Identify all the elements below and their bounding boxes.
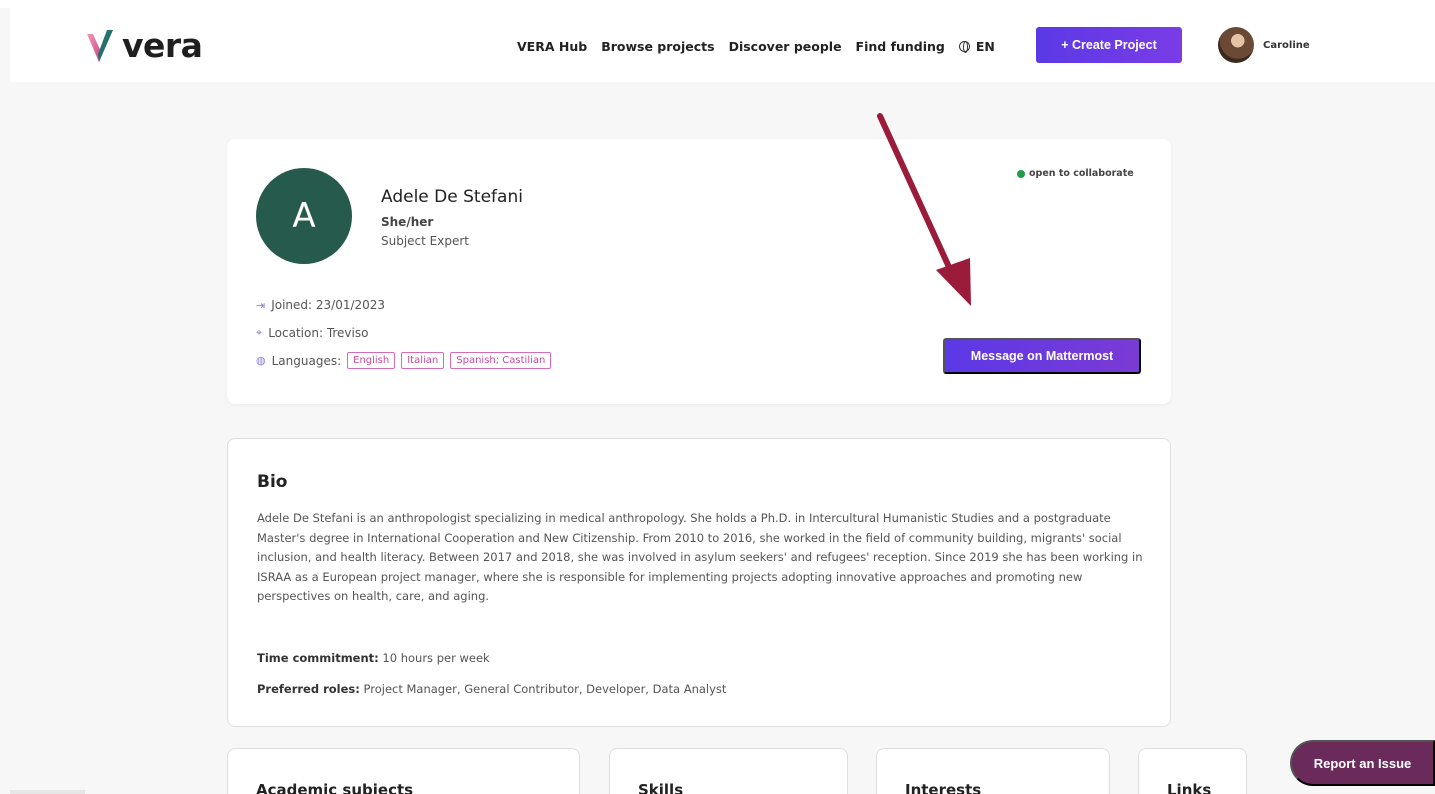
nav-discover-people[interactable]: Discover people xyxy=(729,39,842,54)
interests-card: Interests xyxy=(876,748,1110,794)
language-tag: Italian xyxy=(401,352,445,369)
navbar: vera VERA Hub Browse projects Discover p… xyxy=(10,8,1435,82)
links-card: Links xyxy=(1138,748,1247,794)
skills-card: Skills xyxy=(609,748,848,794)
globe-icon: ◍ xyxy=(256,354,266,367)
language-tag: English xyxy=(347,352,396,369)
scroll-indicator xyxy=(10,790,85,794)
collaboration-status: open to collaborate xyxy=(1017,168,1134,179)
nav-browse-projects[interactable]: Browse projects xyxy=(601,39,714,54)
language-label: EN xyxy=(975,39,995,54)
languages-label: Languages: xyxy=(271,353,342,368)
collaboration-status-label: open to collaborate xyxy=(1029,168,1134,179)
status-dot-icon xyxy=(1017,169,1025,178)
bio-title: Bio xyxy=(257,472,288,492)
academic-subjects-card: Academic subjects xyxy=(227,748,580,794)
skills-title: Skills xyxy=(638,781,684,794)
interests-title: Interests xyxy=(905,781,982,794)
language-tag: Spanish; Castilian xyxy=(450,352,552,369)
links-title: Links xyxy=(1167,781,1212,794)
language-selector[interactable]: EN xyxy=(958,39,1009,54)
main-nav: VERA Hub Browse projects Discover people… xyxy=(517,39,1009,54)
bio-card: Bio Adele De Stefani is an anthropologis… xyxy=(227,438,1171,727)
preferred-roles-label: Preferred roles: xyxy=(257,682,360,696)
user-name[interactable]: Caroline xyxy=(1263,40,1310,51)
logo-text: vera xyxy=(122,26,203,65)
nav-vera-hub[interactable]: VERA Hub xyxy=(517,39,587,54)
annotation-arrow-icon xyxy=(877,113,971,306)
top-strip xyxy=(0,0,1435,8)
nav-find-funding[interactable]: Find funding xyxy=(856,39,945,54)
message-on-mattermost-button[interactable]: Message on Mattermost xyxy=(943,338,1141,374)
join-icon: ⇥ xyxy=(256,298,266,312)
joined-date: ⇥ Joined: 23/01/2023 xyxy=(256,298,385,312)
bio-text: Adele De Stefani is an anthropologist sp… xyxy=(257,511,1143,603)
time-commitment: Time commitment: 10 hours per week xyxy=(257,651,490,665)
time-commitment-value: 10 hours per week xyxy=(382,651,490,665)
create-project-button[interactable]: + Create Project xyxy=(1036,27,1182,63)
vera-logo[interactable]: vera xyxy=(84,26,203,65)
location-text: Location: Treviso xyxy=(268,326,369,340)
languages: ◍ Languages: English Italian Spanish; Ca… xyxy=(256,352,552,369)
user-avatar[interactable] xyxy=(1218,27,1254,63)
time-commitment-label: Time commitment: xyxy=(257,651,379,665)
globe-icon xyxy=(958,41,970,53)
profile-name: Adele De Stefani xyxy=(381,187,523,207)
preferred-roles-value: Project Manager, General Contributor, De… xyxy=(363,682,727,696)
profile-card: A Adele De Stefani She/her Subject Exper… xyxy=(227,139,1171,404)
academic-subjects-title: Academic subjects xyxy=(256,781,414,794)
report-issue-button[interactable]: Report an Issue xyxy=(1290,740,1435,786)
vera-logo-icon xyxy=(87,29,113,62)
profile-role: Subject Expert xyxy=(381,234,469,248)
location-pin-icon: ⌖ xyxy=(256,326,263,339)
profile-avatar: A xyxy=(256,168,352,264)
preferred-roles: Preferred roles: Project Manager, Genera… xyxy=(257,682,726,696)
profile-pronouns: She/her xyxy=(381,215,434,229)
location: ⌖ Location: Treviso xyxy=(256,326,368,340)
joined-text: Joined: 23/01/2023 xyxy=(271,298,386,312)
